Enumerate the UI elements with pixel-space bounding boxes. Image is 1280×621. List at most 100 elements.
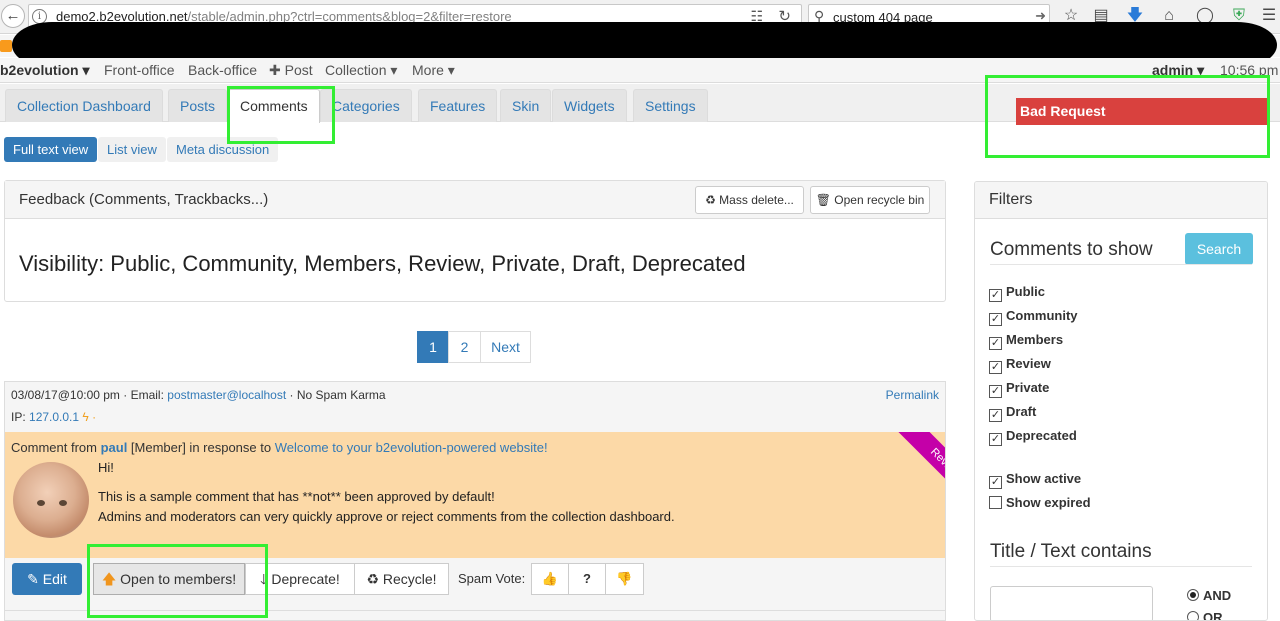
filter-community[interactable]: ✓ Community [989,308,1078,326]
radio-unselected-icon[interactable] [1187,611,1199,620]
ip-link[interactable]: 127.0.0.1 [29,410,79,424]
visibility-summary: Visibility: Public, Community, Members, … [19,251,746,276]
filter-draft[interactable]: ✓ Draft [989,404,1036,422]
subtab-full-text-view[interactable]: Full text view [4,137,98,162]
checkbox-checked-icon[interactable]: ✓ [989,476,1002,489]
tab-collection-dashboard[interactable]: Collection Dashboard [5,89,163,122]
next-page-button[interactable]: Next [480,331,531,363]
brand-menu[interactable]: b2evolution ▾ [0,62,89,79]
menu-icon[interactable]: ☰ [1258,6,1280,26]
feedback-panel-header: Feedback (Comments, Trackbacks...) ♻ Mas… [5,181,945,219]
comment-meta: 03/08/17@10:00 pm · Email: postmaster@lo… [5,382,945,432]
checkbox-checked-icon[interactable]: ✓ [989,313,1002,326]
subtab-list-view[interactable]: List view [98,137,166,162]
comment-post-link[interactable]: Welcome to your b2evolution-powered webs… [275,440,548,455]
comment-date: 03/08/17@10:00 pm · Email: [11,388,168,402]
checkbox-checked-icon[interactable]: ✓ [989,361,1002,374]
highlight-comments-tab [227,86,335,144]
title-text-contains-heading: Title / Text contains [990,541,1152,562]
comment-line-3: Admins and moderators can very quickly a… [98,509,675,524]
status-ribbon: Review [898,432,945,510]
feedback-title: Feedback (Comments, Trackbacks...) [19,191,269,208]
comments-to-show-heading: Comments to show [990,239,1153,260]
filter-private-label: Private [1006,380,1050,395]
feedback-panel: Feedback (Comments, Trackbacks...) ♻ Mas… [4,180,946,302]
filter-public-label: Public [1006,284,1046,299]
comment-ip-line: IP: 127.0.0.1 ϟ · [11,410,96,424]
checkbox-checked-icon[interactable]: ✓ [989,385,1002,398]
filter-draft-label: Draft [1006,404,1037,419]
filter-members-label: Members [1006,332,1064,347]
comment-line-1: Hi! [98,460,114,475]
vote-unsure-button[interactable]: ? [568,563,606,595]
spam-vote-label: Spam Vote: [458,571,526,586]
show-active-label: Show active [1006,471,1082,486]
spam-karma: · No Spam Karma [286,388,386,402]
tab-widgets[interactable]: Widgets [552,89,627,122]
filter-community-label: Community [1006,308,1078,323]
antispam-bolt-icon[interactable]: ϟ · [82,410,96,424]
comment-body: Comment from paul [Member] in response t… [5,432,945,558]
comment-from-prefix: Comment from [11,440,101,455]
rss-icon[interactable] [0,40,12,52]
tab-settings[interactable]: Settings [633,89,708,122]
checkbox-checked-icon[interactable]: ✓ [989,409,1002,422]
radio-or[interactable]: OR [1187,610,1223,621]
tab-features[interactable]: Features [418,89,498,122]
tab-posts[interactable]: Posts [168,89,228,122]
title-text-input[interactable] [990,586,1153,620]
filter-deprecated-label: Deprecated [1006,428,1077,443]
comment-author-role: [Member] in response to [127,440,275,455]
filters-panel: Filters Comments to show Search ✓ Public … [974,181,1268,621]
vote-ok-button[interactable]: 👍 [531,563,569,595]
highlight-open-to-members [87,544,268,618]
checkbox-unchecked-icon[interactable] [989,496,1002,509]
show-expired-label: Show expired [1006,495,1091,510]
vote-spam-button[interactable]: 👎 [605,563,644,595]
recycle-button[interactable]: ♻ Recycle! [354,563,449,595]
filter-members[interactable]: ✓ Members [989,332,1063,350]
page-2-button[interactable]: 2 [448,331,481,363]
collection-menu[interactable]: Collection ▾ [325,62,397,79]
filter-deprecated[interactable]: ✓ Deprecated [989,428,1077,446]
front-office-link[interactable]: Front-office [104,62,175,78]
or-label: OR [1203,610,1223,621]
open-recycle-bin-button[interactable]: 🗑 Open recycle bin [810,186,930,214]
divider [990,264,1252,265]
and-label: AND [1203,588,1232,603]
tab-skin[interactable]: Skin [500,89,552,122]
comment-author-link[interactable]: paul [101,440,128,455]
permalink[interactable]: Permalink [886,388,939,402]
filters-header: Filters [975,182,1267,219]
radio-and[interactable]: AND [1187,588,1231,603]
avatar[interactable] [13,462,89,538]
comment-meta-line: 03/08/17@10:00 pm · Email: postmaster@lo… [11,388,386,402]
back-arrow-icon[interactable]: ← [1,4,25,28]
filter-search-button[interactable]: Search [1185,233,1253,265]
edit-comment-button[interactable]: ✎ Edit [12,563,82,595]
more-menu[interactable]: More ▾ [412,62,455,79]
filter-show-active[interactable]: ✓ Show active [989,471,1081,489]
page-1-button[interactable]: 1 [417,331,449,363]
checkbox-checked-icon[interactable]: ✓ [989,289,1002,302]
filter-review[interactable]: ✓ Review [989,356,1051,374]
divider [990,566,1252,567]
mass-delete-button[interactable]: ♻ Mass delete... [695,186,804,214]
filter-review-label: Review [1006,356,1051,371]
comment-line-2: This is a sample comment that has **not*… [98,489,495,504]
avatar-eye-right [59,500,67,506]
highlight-error-message [985,75,1270,158]
comment-email-link[interactable]: postmaster@localhost [167,388,286,402]
checkbox-checked-icon[interactable]: ✓ [989,433,1002,446]
filter-private[interactable]: ✓ Private [989,380,1049,398]
filter-public[interactable]: ✓ Public [989,284,1045,302]
post-menu[interactable]: ✚ Post [269,62,313,79]
back-office-link[interactable]: Back-office [188,62,257,78]
checkbox-checked-icon[interactable]: ✓ [989,337,1002,350]
filter-show-expired[interactable]: Show expired [989,495,1091,513]
filters-title: Filters [989,191,1033,208]
comment-header: Comment from paul [Member] in response t… [11,440,548,455]
ip-label: IP: [11,410,30,424]
radio-selected-icon[interactable] [1187,589,1199,601]
avatar-eye-left [37,500,45,506]
